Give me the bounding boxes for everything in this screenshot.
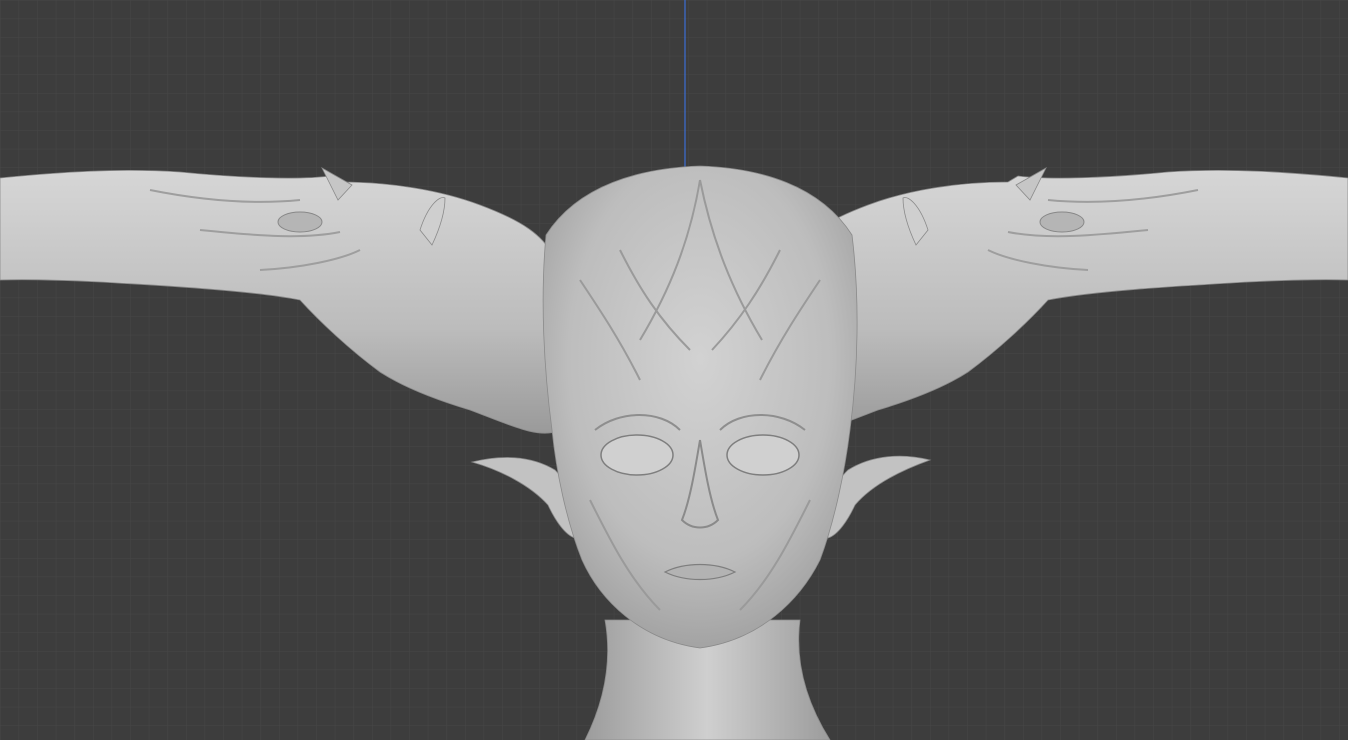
- left-arm-eye-detail: [277, 211, 323, 233]
- left-eye: [600, 434, 674, 476]
- right-arm-eye-detail: [1039, 211, 1085, 233]
- right-eye: [726, 434, 800, 476]
- 3d-viewport[interactable]: [0, 0, 1348, 740]
- viewport-canvas[interactable]: [0, 0, 1348, 740]
